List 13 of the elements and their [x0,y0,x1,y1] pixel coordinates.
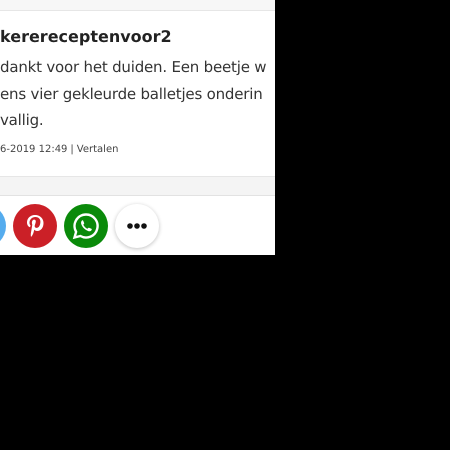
comment-date: 6-2019 12:49 [0,144,68,154]
translate-link[interactable]: Vertalen [76,144,118,154]
comment-author: kerereceptenvoor2 [0,26,173,48]
comment-text: dankt voor het duiden. Een beetje w [0,57,268,78]
pinterest-icon [26,214,44,238]
separator: | [70,144,74,154]
more-icon [127,222,147,228]
more-button[interactable] [115,204,159,248]
comment-text: ens vier gekleurde balletjes onderin [0,84,264,104]
whatsapp-button[interactable] [64,204,108,248]
comment-text: vallig. [0,110,44,131]
pinterest-button[interactable] [13,204,57,248]
phone-bubble-icon [72,212,100,240]
